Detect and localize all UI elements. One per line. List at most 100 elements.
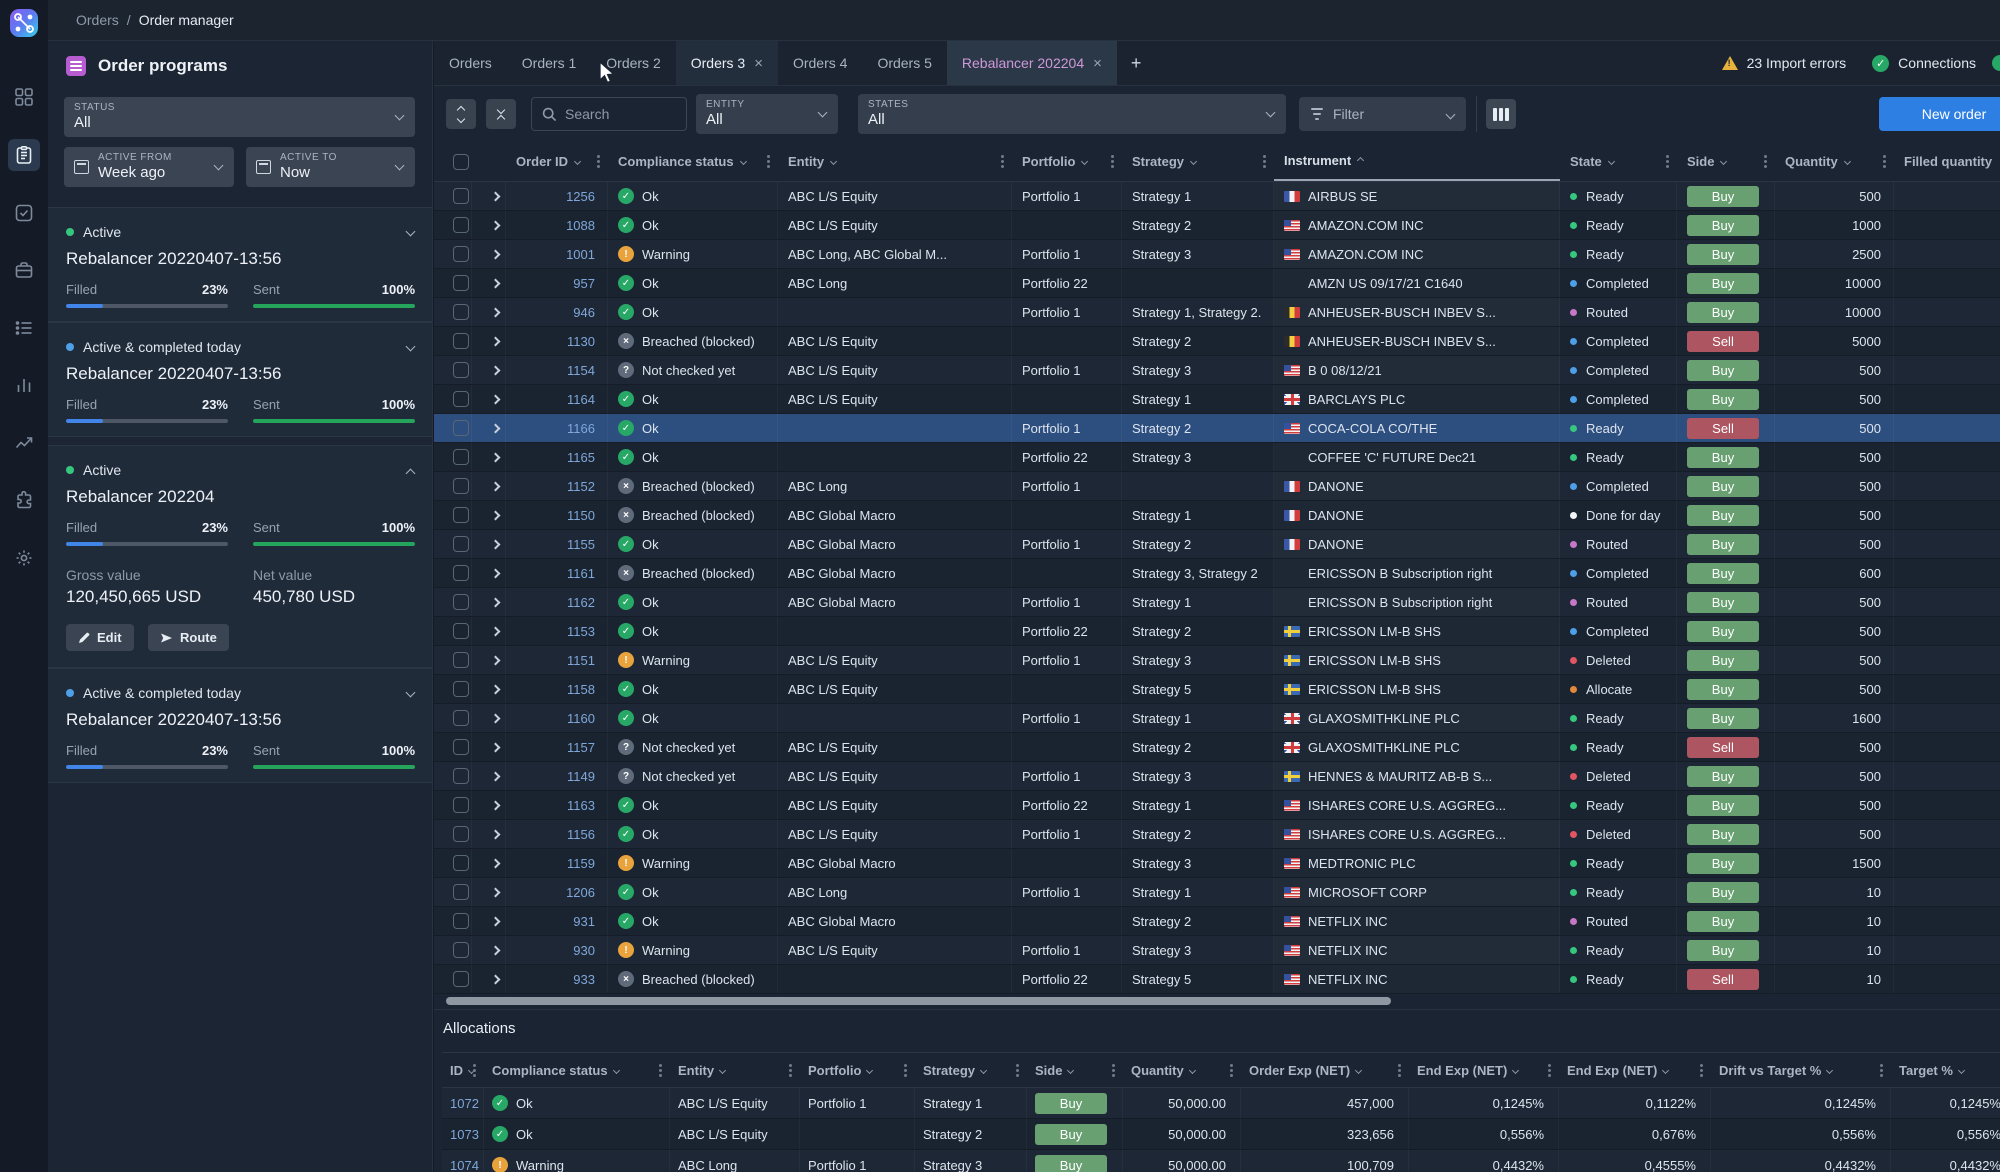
search-input[interactable]: [565, 106, 676, 122]
close-tab-icon[interactable]: ×: [754, 56, 763, 71]
nav-tasks-icon[interactable]: [8, 197, 40, 229]
nav-list-icon[interactable]: [8, 312, 40, 344]
column-header-strategy[interactable]: Strategy: [915, 1053, 1027, 1087]
column-menu-icon[interactable]: [1398, 1069, 1401, 1072]
order-id-link[interactable]: 1160: [506, 704, 608, 732]
column-menu-icon[interactable]: [1230, 1069, 1233, 1072]
expand-row-icon[interactable]: [491, 597, 501, 607]
row-checkbox[interactable]: [453, 333, 469, 349]
order-id-link[interactable]: 1165: [506, 443, 608, 471]
column-header-order-exp-net-[interactable]: Order Exp (NET): [1241, 1053, 1409, 1087]
order-id-link[interactable]: 1152: [506, 472, 608, 500]
table-row[interactable]: 930 !Warning ABC L/S Equity Portfolio 1 …: [434, 936, 2000, 965]
table-row[interactable]: 1161 ×Breached (blocked) ABC Global Macr…: [434, 559, 2000, 588]
allocation-row[interactable]: 1072 ✓Ok ABC L/S Equity Portfolio 1 Stra…: [442, 1088, 2000, 1119]
expand-row-icon[interactable]: [491, 626, 501, 636]
order-id-link[interactable]: 1159: [506, 849, 608, 877]
expand-row-icon[interactable]: [491, 800, 501, 810]
order-id-link[interactable]: 1256: [506, 182, 608, 210]
column-menu-icon[interactable]: [597, 160, 600, 163]
column-header-target-[interactable]: Target %: [1891, 1053, 2000, 1087]
order-id-link[interactable]: 1001: [506, 240, 608, 268]
order-id-link[interactable]: 1206: [506, 878, 608, 906]
order-id-link[interactable]: 1157: [506, 733, 608, 761]
tab-orders-1[interactable]: Orders 1: [507, 41, 591, 85]
allocation-id-link[interactable]: 1074: [442, 1150, 484, 1172]
order-id-link[interactable]: 1163: [506, 791, 608, 819]
table-row[interactable]: 1164 ✓Ok ABC L/S Equity Strategy 1 BARCL…: [434, 385, 2000, 414]
column-header-side[interactable]: Side: [1677, 142, 1775, 181]
row-checkbox[interactable]: [453, 652, 469, 668]
order-id-link[interactable]: 1166: [506, 414, 608, 442]
row-checkbox[interactable]: [453, 536, 469, 552]
column-header-strategy[interactable]: Strategy: [1122, 142, 1274, 181]
column-menu-icon[interactable]: [1263, 160, 1266, 163]
program-card-expanded[interactable]: Active Rebalancer 202204 Filled 23% Sent…: [48, 445, 432, 668]
scrollbar-thumb[interactable]: [446, 997, 1391, 1005]
order-id-link[interactable]: 1156: [506, 820, 608, 848]
column-header-portfolio[interactable]: Portfolio: [1012, 142, 1122, 181]
nav-orders-icon[interactable]: [8, 139, 40, 171]
program-card[interactable]: Active & completed today Rebalancer 2022…: [48, 322, 432, 437]
table-row[interactable]: 1152 ×Breached (blocked) ABC Long Portfo…: [434, 472, 2000, 501]
table-row[interactable]: 933 ×Breached (blocked) Portfolio 22 Str…: [434, 965, 2000, 994]
close-tab-icon[interactable]: ×: [1093, 56, 1102, 71]
order-id-link[interactable]: 1162: [506, 588, 608, 616]
expand-row-icon[interactable]: [491, 191, 501, 201]
tab-orders[interactable]: Orders: [434, 41, 507, 85]
program-card[interactable]: Active Rebalancer 20220407-13:56 Filled …: [48, 207, 432, 322]
expand-row-icon[interactable]: [491, 220, 501, 230]
table-row[interactable]: 1160 ✓Ok Portfolio 1 Strategy 1 GLAXOSMI…: [434, 704, 2000, 733]
table-row[interactable]: 1166 ✓Ok Portfolio 1 Strategy 2 COCA-COL…: [434, 414, 2000, 443]
table-row[interactable]: 1158 ✓Ok ABC L/S Equity Strategy 5 ERICS…: [434, 675, 2000, 704]
column-menu-icon[interactable]: [1016, 1069, 1019, 1072]
expand-row-icon[interactable]: [491, 655, 501, 665]
table-row[interactable]: 1130 ×Breached (blocked) ABC L/S Equity …: [434, 327, 2000, 356]
row-checkbox[interactable]: [453, 246, 469, 262]
row-checkbox[interactable]: [453, 362, 469, 378]
expand-row-icon[interactable]: [491, 771, 501, 781]
column-header-end-exp-net-[interactable]: End Exp (NET): [1559, 1053, 1711, 1087]
row-checkbox[interactable]: [453, 275, 469, 291]
row-checkbox[interactable]: [453, 768, 469, 784]
filter-dropdown[interactable]: Filter: [1299, 97, 1466, 131]
new-order-button[interactable]: New order: [1879, 97, 2000, 131]
entity-filter[interactable]: ENTITY All: [696, 94, 838, 134]
table-row[interactable]: 1155 ✓Ok ABC Global Macro Portfolio 1 St…: [434, 530, 2000, 559]
column-header-quantity[interactable]: Quantity: [1775, 142, 1894, 181]
row-checkbox[interactable]: [453, 797, 469, 813]
row-checkbox[interactable]: [453, 217, 469, 233]
table-row[interactable]: 1150 ×Breached (blocked) ABC Global Macr…: [434, 501, 2000, 530]
expand-row-icon[interactable]: [491, 713, 501, 723]
chevron-down-icon[interactable]: [406, 688, 416, 698]
nav-dashboard-icon[interactable]: [8, 81, 40, 113]
order-id-link[interactable]: 1088: [506, 211, 608, 239]
row-checkbox[interactable]: [453, 942, 469, 958]
column-menu-icon[interactable]: [659, 1069, 662, 1072]
row-checkbox[interactable]: [453, 826, 469, 842]
table-row[interactable]: 1154 ?Not checked yet ABC L/S Equity Por…: [434, 356, 2000, 385]
column-header-instrument[interactable]: Instrument: [1274, 142, 1560, 181]
allocation-id-link[interactable]: 1073: [442, 1119, 484, 1149]
column-menu-icon[interactable]: [473, 1069, 476, 1072]
nav-trends-icon[interactable]: [8, 427, 40, 459]
table-row[interactable]: 1088 ✓Ok ABC L/S Equity Strategy 2 AMAZO…: [434, 211, 2000, 240]
order-id-link[interactable]: 1155: [506, 530, 608, 558]
table-row[interactable]: 1163 ✓Ok ABC L/S Equity Portfolio 22 Str…: [434, 791, 2000, 820]
expand-row-icon[interactable]: [491, 974, 501, 984]
route-button[interactable]: Route: [148, 624, 229, 651]
expand-row-icon[interactable]: [491, 481, 501, 491]
chevron-down-icon[interactable]: [406, 342, 416, 352]
column-header-quantity[interactable]: Quantity: [1123, 1053, 1241, 1087]
table-row[interactable]: 957 ✓Ok ABC Long Portfolio 22 AMZN US 09…: [434, 269, 2000, 298]
row-checkbox[interactable]: [453, 710, 469, 726]
table-row[interactable]: 931 ✓Ok ABC Global Macro Strategy 2 NETF…: [434, 907, 2000, 936]
column-menu-icon[interactable]: [1880, 1069, 1883, 1072]
row-checkbox[interactable]: [453, 681, 469, 697]
search-box[interactable]: [531, 97, 687, 131]
select-all-checkbox[interactable]: [453, 154, 469, 170]
row-checkbox[interactable]: [453, 913, 469, 929]
table-row[interactable]: 1149 ?Not checked yet ABC L/S Equity Por…: [434, 762, 2000, 791]
row-checkbox[interactable]: [453, 507, 469, 523]
table-row[interactable]: 946 ✓Ok Portfolio 1 Strategy 1, Strategy…: [434, 298, 2000, 327]
